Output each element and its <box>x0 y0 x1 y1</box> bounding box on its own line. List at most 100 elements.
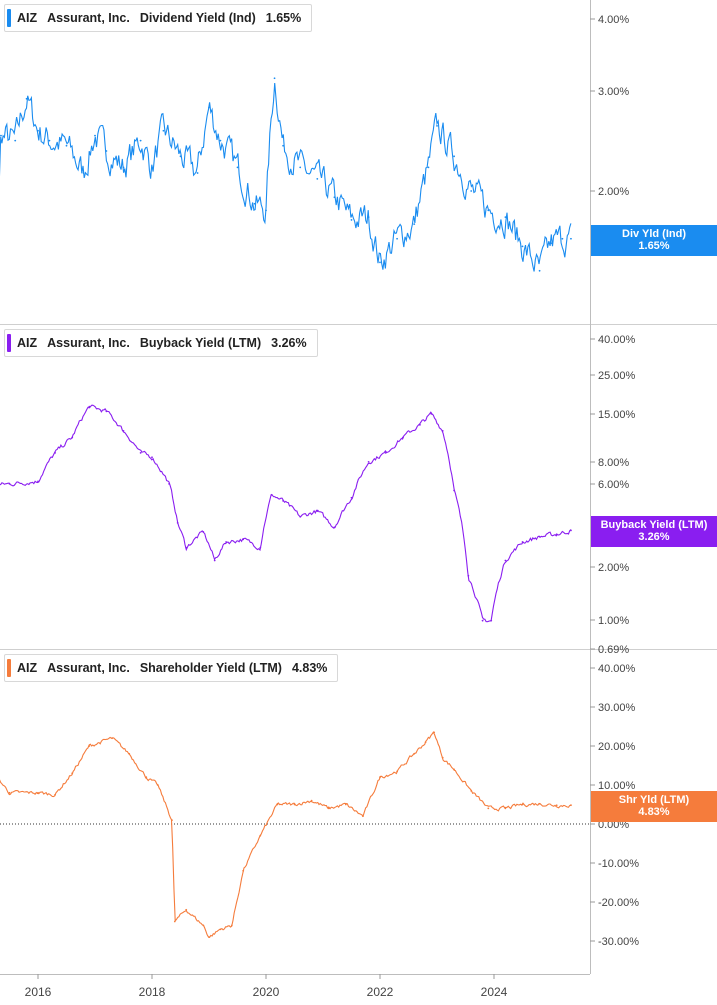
series-color-swatch <box>7 334 11 352</box>
data-point <box>396 237 398 240</box>
data-point <box>82 172 85 174</box>
data-point <box>521 803 524 806</box>
data-point <box>270 493 273 496</box>
data-point <box>162 129 165 132</box>
data-point <box>316 177 319 180</box>
y-tick-label: 20.00% <box>598 741 636 753</box>
legend-dividend-yield: AIZ Assurant, Inc. Dividend Yield (Ind) … <box>4 4 313 32</box>
data-point <box>453 489 455 492</box>
data-point <box>196 172 199 174</box>
data-point <box>367 216 370 219</box>
data-point <box>48 139 51 142</box>
data-point <box>185 546 188 549</box>
current-value-flag-buyback: Buyback Yield (LTM) 3.26% <box>591 516 717 547</box>
y-tick-label: 3.00% <box>598 86 629 98</box>
data-point <box>538 535 541 538</box>
legend-value: 4.83% <box>291 661 328 675</box>
data-point <box>413 223 416 226</box>
data-point <box>168 482 171 485</box>
x-tick-label: 2016 <box>25 985 52 999</box>
data-point <box>208 936 210 938</box>
data-point <box>219 928 222 931</box>
y-tick-label: 40.00% <box>598 334 636 346</box>
y-tick-label: -20.00% <box>598 897 639 909</box>
legend-company: Assurant, Inc. <box>47 11 130 25</box>
data-point <box>333 526 336 529</box>
legend-metric: Shareholder Yield (LTM) <box>139 661 282 675</box>
current-value-flag-dividend: Div Yld (Ind) 1.65% <box>591 225 717 256</box>
data-point <box>213 559 216 562</box>
data-point <box>350 496 353 499</box>
data-point <box>453 155 455 158</box>
legend-ticker: AIZ <box>17 11 38 25</box>
data-point <box>384 451 387 454</box>
y-tick-label: 2.00% <box>598 186 629 198</box>
data-point <box>561 237 564 240</box>
series-color-swatch <box>7 9 11 27</box>
data-point <box>71 436 74 439</box>
data-point <box>276 803 279 806</box>
data-point <box>350 219 353 221</box>
data-point <box>521 245 524 248</box>
legend-metric: Buyback Yield (LTM) <box>139 336 262 350</box>
data-point <box>185 908 188 911</box>
data-point <box>430 412 433 415</box>
data-point <box>413 752 416 755</box>
data-point <box>122 166 125 169</box>
x-tick-label: 2022 <box>367 985 394 999</box>
legend-value: 3.26% <box>271 336 307 350</box>
data-point <box>419 423 421 426</box>
data-point <box>401 436 404 439</box>
data-point <box>504 559 507 562</box>
data-point <box>202 924 205 927</box>
data-point <box>487 209 490 212</box>
flag-value: 3.26% <box>638 531 670 543</box>
data-point <box>490 619 493 622</box>
data-point <box>441 430 444 432</box>
data-point <box>151 166 153 169</box>
data-point <box>481 619 484 622</box>
data-point <box>105 150 108 152</box>
data-point <box>467 574 470 577</box>
legend-shareholder-yield: AIZ Assurant, Inc. Shareholder Yield (LT… <box>4 654 339 682</box>
data-point <box>570 804 572 807</box>
y-tick-label: 1.00% <box>598 615 629 627</box>
y-tick-label: 30.00% <box>598 702 636 714</box>
data-point <box>37 129 39 132</box>
data-point <box>37 791 39 794</box>
data-point <box>208 106 210 109</box>
current-value-flag-shareholder: Shr Yld (LTM) 4.83% <box>591 791 717 822</box>
data-point <box>504 807 507 810</box>
data-point <box>88 745 91 747</box>
data-point <box>441 756 444 759</box>
data-point <box>54 451 56 454</box>
data-point <box>555 804 558 807</box>
data-point <box>555 533 558 536</box>
data-point <box>316 510 319 512</box>
data-point <box>111 737 113 740</box>
data-point <box>139 139 142 142</box>
legend-ticker: AIZ <box>17 661 38 675</box>
data-point <box>570 529 572 532</box>
series-line <box>0 404 572 623</box>
data-point <box>139 451 142 454</box>
data-point <box>344 803 347 806</box>
data-point <box>94 134 96 137</box>
data-point <box>225 541 228 543</box>
data-point <box>242 538 245 541</box>
data-point <box>367 460 370 463</box>
data-point <box>521 541 524 543</box>
data-point <box>282 499 284 502</box>
data-point <box>453 768 455 771</box>
legend-metric: Dividend Yield (Ind) <box>139 11 256 25</box>
data-point <box>396 770 398 773</box>
data-point <box>176 521 179 524</box>
data-point <box>37 480 39 483</box>
data-point <box>538 269 541 272</box>
data-point <box>242 869 245 872</box>
data-point <box>173 920 176 923</box>
data-point <box>14 139 17 142</box>
y-tick-label: 15.00% <box>598 409 636 421</box>
data-point <box>171 819 173 821</box>
y-tick-label: 4.00% <box>598 14 629 26</box>
